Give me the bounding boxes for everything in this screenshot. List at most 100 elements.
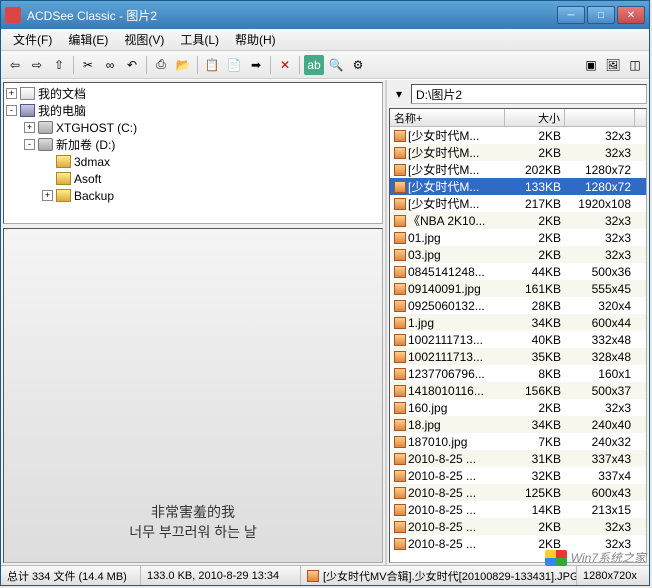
forward-button[interactable]: ⇨ xyxy=(27,55,47,75)
file-list-header[interactable]: 名称+ 大小 xyxy=(390,109,646,127)
menu-view[interactable]: 视图(V) xyxy=(116,29,172,50)
expand-toggle[interactable]: + xyxy=(24,122,35,133)
tree-label: Asoft xyxy=(74,172,101,186)
col-dim[interactable] xyxy=(565,109,635,126)
file-dimensions: 500x36 xyxy=(565,265,635,279)
folder-icon xyxy=(56,189,71,202)
file-name: 1.jpg xyxy=(408,316,434,330)
file-row[interactable]: 160.jpg2KB32x3 xyxy=(390,399,646,416)
link-button[interactable]: ∞ xyxy=(100,55,120,75)
file-row[interactable]: [少女时代M...202KB1280x72 xyxy=(390,161,646,178)
image-file-icon xyxy=(394,249,406,261)
menu-tools[interactable]: 工具(L) xyxy=(172,29,227,50)
file-row[interactable]: 0925060132...28KB320x4 xyxy=(390,297,646,314)
file-row[interactable]: 09140091.jpg161KB555x45 xyxy=(390,280,646,297)
expand-toggle[interactable]: + xyxy=(42,190,53,201)
file-row[interactable]: 18.jpg34KB240x40 xyxy=(390,416,646,433)
subtitle-line1: 非常害羞的我 xyxy=(4,502,382,522)
maximize-button[interactable]: □ xyxy=(587,6,615,24)
expand-toggle[interactable]: - xyxy=(24,139,35,150)
file-name: [少女时代M... xyxy=(408,178,479,195)
tree-node[interactable]: -我的电脑 xyxy=(6,102,380,119)
file-row[interactable]: 187010.jpg7KB240x32 xyxy=(390,433,646,450)
slideshow-button[interactable]: ▣ xyxy=(581,55,601,75)
rename-button[interactable]: ab xyxy=(304,55,324,75)
file-size: 34KB xyxy=(505,418,565,432)
file-row[interactable]: 2010-8-25 ...125KB600x43 xyxy=(390,484,646,501)
cut-button[interactable]: ✂ xyxy=(78,55,98,75)
undo-button[interactable]: ↶ xyxy=(122,55,142,75)
file-row[interactable]: 1.jpg34KB600x44 xyxy=(390,314,646,331)
tree-node[interactable]: + XTGHOST (C:) xyxy=(6,119,380,136)
file-name: 09140091.jpg xyxy=(408,282,481,296)
print-button[interactable]: ⎙ xyxy=(151,55,171,75)
col-name[interactable]: 名称+ xyxy=(390,109,505,126)
menu-help[interactable]: 帮助(H) xyxy=(227,29,284,50)
file-row[interactable]: 2010-8-25 ...14KB213x15 xyxy=(390,501,646,518)
file-row[interactable]: 1418010116...156KB500x37 xyxy=(390,382,646,399)
tree-node[interactable]: +Backup xyxy=(6,187,380,204)
file-row[interactable]: [少女时代M...2KB32x3 xyxy=(390,127,646,144)
move-button[interactable]: ➡ xyxy=(246,55,266,75)
tree-node[interactable]: Asoft xyxy=(6,170,380,187)
back-button[interactable]: ⇦ xyxy=(5,55,25,75)
file-row[interactable]: [少女时代M...217KB1920x108 xyxy=(390,195,646,212)
file-size: 31KB xyxy=(505,452,565,466)
menu-file[interactable]: 文件(F) xyxy=(5,29,60,50)
file-name: 0925060132... xyxy=(408,299,485,313)
image-file-icon xyxy=(394,351,406,363)
expand-toggle[interactable]: + xyxy=(6,88,17,99)
up-button[interactable]: ⇧ xyxy=(49,55,69,75)
wallpaper-button[interactable]: 🖼 xyxy=(603,55,623,75)
file-row[interactable]: 2010-8-25 ...2KB32x3 xyxy=(390,518,646,535)
tree-node[interactable]: 3dmax xyxy=(6,153,380,170)
image-file-icon xyxy=(394,385,406,397)
file-row[interactable]: 0845141248...44KB500x36 xyxy=(390,263,646,280)
file-row[interactable]: 01.jpg2KB32x3 xyxy=(390,229,646,246)
col-size[interactable]: 大小 xyxy=(505,109,565,126)
menu-edit[interactable]: 编辑(E) xyxy=(60,29,116,50)
image-file-icon xyxy=(394,317,406,329)
close-button[interactable]: ✕ xyxy=(617,6,645,24)
file-row[interactable]: 1237706796...8KB160x1 xyxy=(390,365,646,382)
file-name: 2010-8-25 ... xyxy=(408,503,476,517)
file-row[interactable]: 2010-8-25 ...31KB337x43 xyxy=(390,450,646,467)
file-dimensions: 1280x72 xyxy=(565,163,635,177)
file-row[interactable]: 《NBA 2K10...2KB32x3 xyxy=(390,212,646,229)
mode-button[interactable]: ◫ xyxy=(625,55,645,75)
file-size: 34KB xyxy=(505,316,565,330)
file-name: 0845141248... xyxy=(408,265,485,279)
file-name: 1418010116... xyxy=(408,384,484,398)
paste-button[interactable]: 📄 xyxy=(224,55,244,75)
file-row[interactable]: 1002111713...35KB328x48 xyxy=(390,348,646,365)
file-row[interactable]: [少女时代M...133KB1280x72 xyxy=(390,178,646,195)
image-file-icon xyxy=(394,487,406,499)
file-name: [少女时代M... xyxy=(408,195,479,212)
image-file-icon xyxy=(394,181,406,193)
copy-button[interactable]: 📋 xyxy=(202,55,222,75)
file-size: 2KB xyxy=(505,214,565,228)
options-button[interactable]: ⚙ xyxy=(348,55,368,75)
open-button[interactable]: 📂 xyxy=(173,55,193,75)
path-input[interactable] xyxy=(411,84,647,104)
folder-tree[interactable]: +我的文档-我的电脑 + XTGHOST (C:)-新加卷 (D:)3dmax Aso… xyxy=(3,82,383,224)
file-dimensions: 32x3 xyxy=(565,401,635,415)
file-list[interactable]: 名称+ 大小 [少女时代M...2KB32x3[少女时代M...2KB32x3[… xyxy=(389,108,647,563)
expand-toggle[interactable]: - xyxy=(6,105,17,116)
image-file-icon xyxy=(394,164,406,176)
tree-node[interactable]: +我的文档 xyxy=(6,85,380,102)
path-dropdown-icon[interactable]: ▾ xyxy=(389,84,409,104)
file-name: 2010-8-25 ... xyxy=(408,486,476,500)
tree-node[interactable]: -新加卷 (D:) xyxy=(6,136,380,153)
minimize-button[interactable]: ─ xyxy=(557,6,585,24)
find-button[interactable]: 🔍 xyxy=(326,55,346,75)
file-size: 2KB xyxy=(505,129,565,143)
delete-button[interactable]: ✕ xyxy=(275,55,295,75)
tree-label: XTGHOST (C:) xyxy=(56,121,137,135)
windows-flag-icon xyxy=(545,550,567,566)
file-row[interactable]: [少女时代M...2KB32x3 xyxy=(390,144,646,161)
file-row[interactable]: 1002111713...40KB332x48 xyxy=(390,331,646,348)
file-dimensions: 32x3 xyxy=(565,520,635,534)
file-row[interactable]: 03.jpg2KB32x3 xyxy=(390,246,646,263)
file-row[interactable]: 2010-8-25 ...32KB337x4 xyxy=(390,467,646,484)
